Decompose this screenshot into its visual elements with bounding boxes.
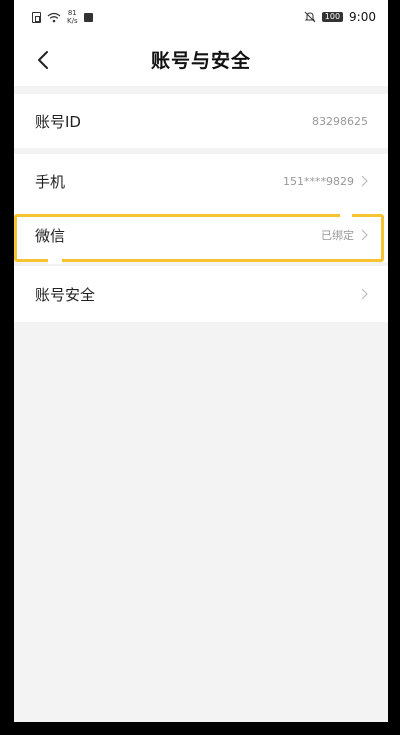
phone-screen: 81 K/s 100 9:00 账号与安全 账号ID 83298625 手机 1… — [14, 0, 388, 722]
account-id-row: 账号ID 83298625 — [14, 94, 388, 148]
wechat-row[interactable]: 微信 已绑定 — [14, 208, 388, 262]
sim-icon — [32, 11, 41, 23]
account-security-label: 账号安全 — [35, 285, 96, 304]
phone-label: 手机 — [35, 172, 66, 191]
chevron-right-icon — [361, 175, 368, 187]
status-left: 81 K/s — [32, 9, 93, 25]
chevron-right-icon — [361, 288, 368, 300]
wechat-status: 已绑定 — [321, 229, 354, 242]
account-id-value: 83298625 — [312, 114, 368, 128]
highlight-gap-bottom — [48, 258, 62, 264]
battery-icon: 100 — [321, 12, 344, 22]
highlight-gap-top — [340, 211, 352, 217]
wechat-label: 微信 — [35, 226, 66, 245]
phone-value: 151****9829 — [283, 174, 354, 188]
status-bar: 81 K/s 100 9:00 — [14, 0, 388, 34]
page-title: 账号与安全 — [150, 50, 251, 72]
phone-row[interactable]: 手机 151****9829 — [14, 154, 388, 208]
mute-bell-icon — [304, 11, 316, 23]
net-speed-unit: K/s — [67, 17, 78, 25]
notification-square-icon — [83, 12, 93, 22]
header-bar: 账号与安全 — [14, 34, 388, 86]
chevron-right-icon — [361, 229, 368, 241]
net-speed: 81 K/s — [67, 9, 78, 25]
account-security-row[interactable]: 账号安全 — [14, 266, 388, 322]
account-id-label: 账号ID — [35, 112, 81, 131]
status-right: 100 9:00 — [304, 10, 376, 24]
phone-right: 151****9829 — [283, 175, 368, 188]
net-speed-value: 81 — [67, 9, 77, 17]
wechat-right: 已绑定 — [321, 227, 368, 243]
status-time: 9:00 — [349, 10, 376, 24]
wifi-icon — [47, 12, 61, 22]
